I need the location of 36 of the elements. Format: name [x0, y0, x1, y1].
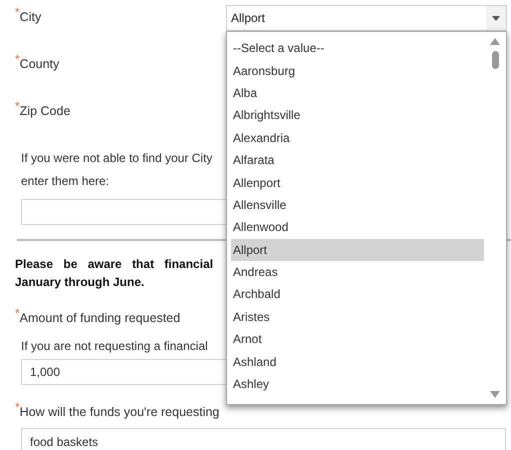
dropdown-option[interactable]: Alba [231, 82, 484, 104]
help-text: enter them here: [21, 173, 110, 190]
dropdown-option[interactable]: Alexandria [231, 126, 484, 149]
text-area[interactable]: food baskets [21, 428, 506, 450]
notice-text: Please be aware that financial [15, 256, 214, 273]
dropdown-option[interactable]: Allport [231, 238, 484, 261]
field-label: How will the funds you're requesting [20, 404, 220, 421]
field-label: County [20, 56, 60, 73]
dropdown-option[interactable]: Allenport [231, 171, 484, 194]
dropdown-option[interactable]: Allensville [231, 194, 484, 216]
field-label: City [20, 9, 42, 26]
dropdown-option[interactable]: Aaronsburg [231, 59, 484, 82]
dropdown-option[interactable]: Alfarata [231, 148, 484, 172]
dropdown-option[interactable]: Ashland [231, 350, 484, 373]
dropdown-option[interactable]: Archbald [231, 283, 484, 306]
required-mark: * [15, 6, 20, 18]
dropdown-option[interactable]: Ashley [231, 372, 484, 396]
required-mark: * [15, 53, 20, 65]
scroll-thumb[interactable] [492, 51, 498, 69]
notice-text: January through June. [15, 274, 144, 291]
required-mark: * [15, 401, 20, 413]
city-select[interactable]: Allport [226, 5, 507, 31]
scroll-down-icon[interactable] [490, 391, 500, 398]
dropdown-option[interactable]: Andreas [231, 260, 484, 284]
help-text: If you are not requesting a financial [21, 338, 208, 355]
scroll-up-icon[interactable] [490, 38, 500, 45]
required-mark: * [15, 307, 20, 319]
dropdown-option[interactable]: Allenwood [231, 216, 484, 239]
field-label: Amount of funding requested [20, 310, 180, 327]
required-mark: * [15, 100, 20, 112]
dropdown-option[interactable]: Aristes [231, 306, 484, 328]
field-label: Zip Code [20, 103, 70, 120]
help-text: If you were not able to find your City [21, 150, 212, 167]
dropdown-option[interactable]: --Select a value-- [231, 37, 484, 60]
dropdown-option[interactable]: Arnot [231, 328, 484, 350]
dropdown-option[interactable]: Albrightsville [231, 104, 484, 127]
